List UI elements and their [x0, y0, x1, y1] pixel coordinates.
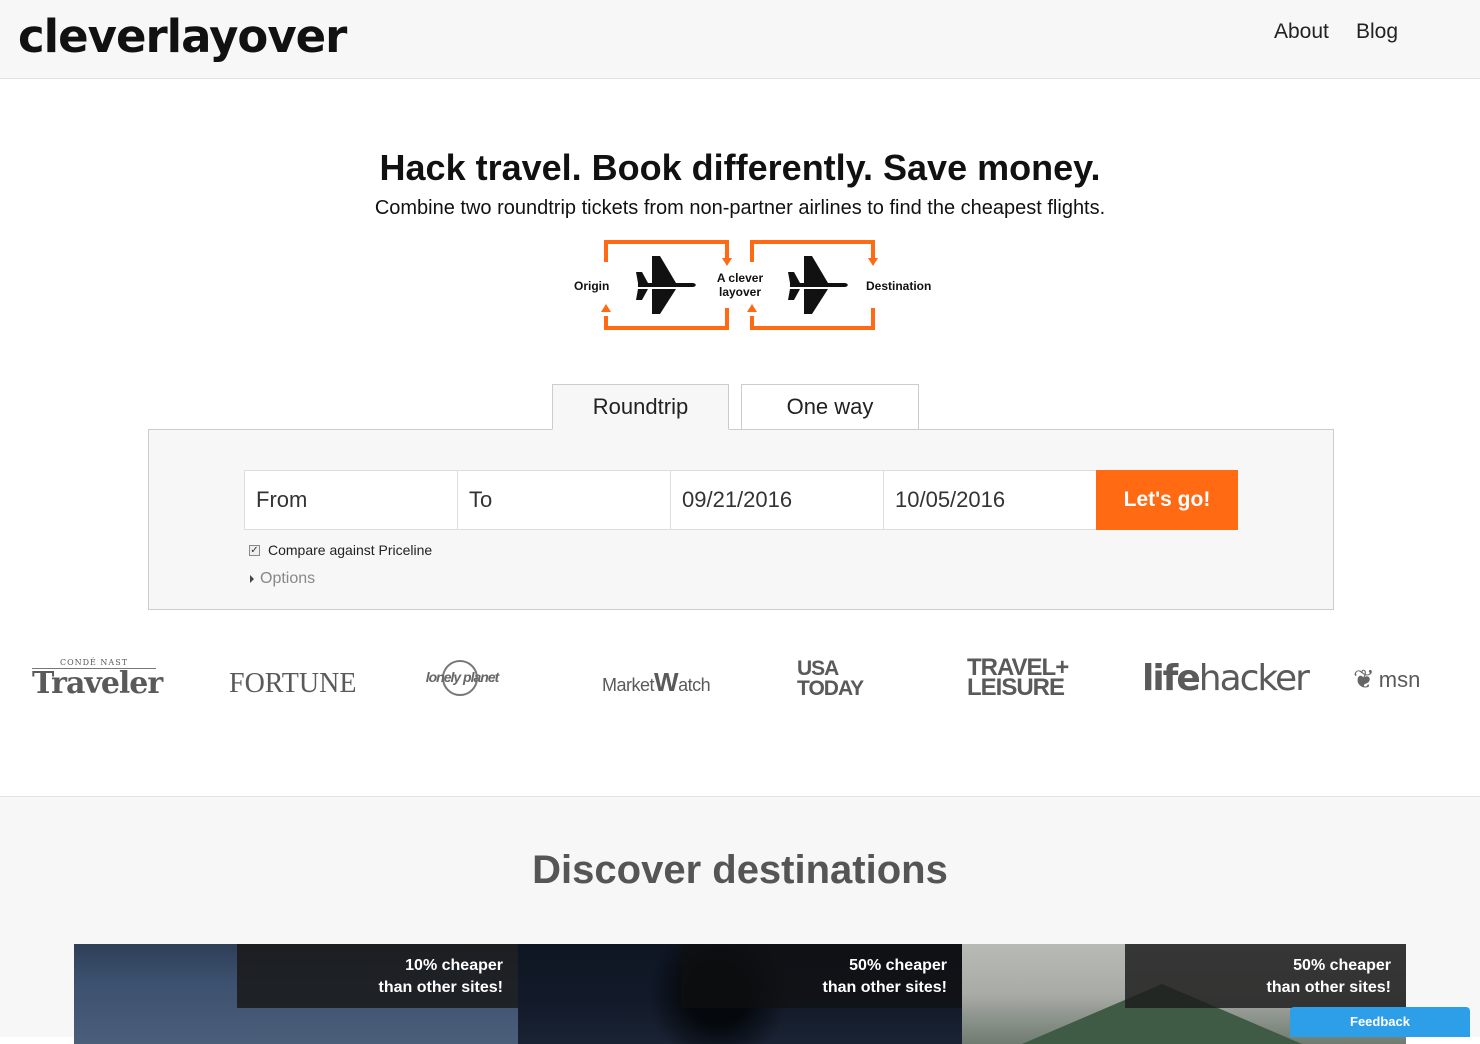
marketwatch-part2: atch [678, 675, 711, 695]
card-savings-sub: than other sites! [822, 979, 947, 996]
lonely-planet-text: lonely planet [425, 669, 500, 685]
options-toggle[interactable]: Options [250, 570, 315, 588]
lifehacker-part2: hacker [1198, 658, 1310, 699]
diagram-layover-line2: layover [718, 285, 762, 299]
card-savings-sub: than other sites! [378, 979, 503, 996]
destination-card[interactable]: 10% cheaper than other sites! [74, 944, 518, 1044]
return-date-input[interactable]: 10/05/2016 [883, 470, 1097, 530]
lifehacker-logo: lifehacker [1142, 658, 1310, 699]
conde-nast-traveler-logo: CONDÉ NAST Traveler [32, 655, 163, 701]
options-label[interactable]: Options [260, 570, 315, 588]
to-input[interactable]: To [457, 470, 671, 530]
nav-about-link[interactable]: About [1274, 20, 1329, 44]
lets-go-button[interactable]: Let's go! [1096, 470, 1238, 530]
diagram-destination-label: Destination [866, 279, 932, 293]
travel-leisure-line2: LEISURE [967, 674, 1065, 701]
airplane-icon [636, 256, 696, 314]
compare-priceline-checkbox[interactable]: ✓ [249, 544, 260, 556]
diagram-origin-label: Origin [574, 279, 610, 293]
usa-today-logo: USA TODAY [797, 657, 864, 700]
feedback-button[interactable]: Feedback [1290, 1007, 1470, 1037]
from-input[interactable]: From [244, 470, 458, 530]
usa-today-line1: USA [797, 657, 839, 680]
search-panel: From To 09/21/2016 10/05/2016 Let's go! … [148, 429, 1334, 610]
site-header: cleverlayover About Blog [0, 0, 1480, 79]
marketwatch-part1: Market [602, 675, 655, 695]
traveler-logo-big: Traveler [32, 666, 163, 701]
layover-diagram: Origin A clever layover Destination [560, 234, 940, 334]
site-logo[interactable]: cleverlayover [18, 10, 347, 63]
discover-section: Discover destinations 10% cheaper than o… [0, 796, 1480, 1044]
diagram-layover-label: A clever layover [710, 271, 770, 299]
usa-today-line2: TODAY [797, 677, 864, 700]
tab-one-way[interactable]: One way [741, 384, 919, 430]
card-savings-sub: than other sites! [1266, 979, 1391, 996]
destination-card[interactable]: 50% cheaper than other sites! [518, 944, 962, 1044]
destination-card-overlay: 50% cheaper than other sites! [1125, 944, 1406, 1008]
destination-card-overlay: 10% cheaper than other sites! [237, 944, 518, 1008]
compare-priceline-row: ✓ Compare against Priceline [249, 542, 432, 558]
card-savings: 10% cheaper [405, 957, 503, 974]
marketwatch-logo: MarketWatch [602, 667, 711, 698]
fortune-logo: FORTUNE [229, 668, 357, 699]
msn-text: msn [1378, 666, 1421, 692]
compare-priceline-label[interactable]: Compare against Priceline [268, 542, 432, 558]
discover-title: Discover destinations [532, 848, 948, 892]
depart-date-input[interactable]: 09/21/2016 [670, 470, 884, 530]
marketwatch-w: W [654, 667, 679, 697]
tab-roundtrip[interactable]: Roundtrip [552, 384, 729, 430]
destination-card-overlay: 50% cheaper than other sites! [681, 944, 962, 1008]
msn-butterfly-icon: ❦ [1353, 664, 1375, 694]
travel-leisure-logo: TRAVEL+ LEISURE [967, 656, 1069, 701]
airplane-icon [788, 256, 848, 314]
lonely-planet-logo: lonely planet [424, 660, 500, 696]
hero-title: Hack travel. Book differently. Save mone… [379, 147, 1101, 188]
diagram-layover-line1: A clever [716, 271, 764, 285]
lifehacker-part1: life [1142, 658, 1201, 699]
hero-subtitle: Combine two roundtrip tickets from non-p… [374, 197, 1106, 219]
card-savings: 50% cheaper [1293, 957, 1391, 974]
msn-logo: ❦ msn [1353, 664, 1420, 695]
card-savings: 50% cheaper [849, 957, 947, 974]
nav-blog-link[interactable]: Blog [1356, 20, 1398, 44]
caret-right-icon [250, 575, 254, 583]
